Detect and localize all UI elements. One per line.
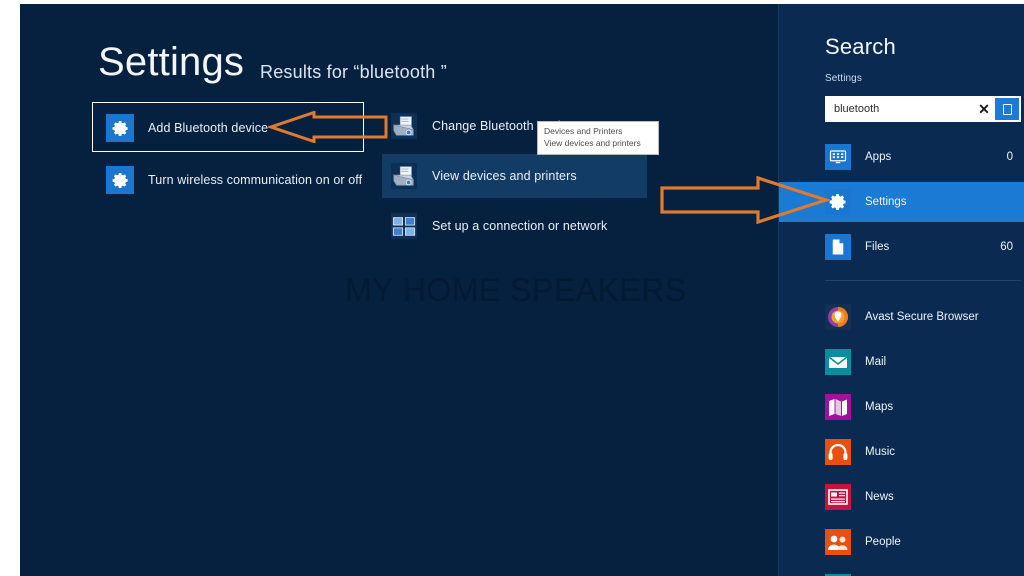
network-icon	[390, 212, 418, 240]
apps-icon	[825, 144, 851, 170]
app-label: People	[865, 535, 901, 548]
category-count: 60	[1000, 241, 1013, 253]
sidebar-divider	[825, 280, 1021, 281]
result-label: Add Bluetooth device	[148, 121, 269, 135]
search-glyph	[1002, 103, 1012, 115]
result-label: View devices and printers	[432, 169, 577, 183]
clear-icon[interactable]: ✕	[973, 96, 995, 122]
app-results-list: Avast Secure Browser Mail Maps Music New…	[825, 294, 1024, 576]
tooltip-title: Devices and Printers	[544, 126, 623, 136]
search-scope-label: Settings	[825, 73, 862, 84]
news-icon	[825, 483, 851, 510]
search-category-list: Apps 0 Settings 5	[779, 137, 1024, 272]
tooltip-devices-and-printers: Devices and Printers View devices and pr…	[537, 121, 659, 155]
category-label: Files	[865, 241, 890, 253]
search-icon[interactable]	[995, 98, 1019, 120]
search-title: Search	[825, 34, 896, 59]
category-label: Settings	[865, 196, 907, 208]
watermark-text: MY HOME SPEAKERS	[345, 272, 687, 308]
mail-icon	[825, 348, 851, 375]
results-pane: Settings Results for “bluetooth ” MY HOM…	[20, 4, 778, 576]
app-item-people[interactable]: People	[825, 519, 1024, 564]
category-label: Apps	[865, 151, 892, 163]
windows-search-screen: Settings Results for “bluetooth ” MY HOM…	[20, 4, 1024, 576]
people-icon	[825, 528, 851, 555]
page-title: Settings	[98, 40, 245, 84]
app-item-avast-secure-browser[interactable]: Avast Secure Browser	[825, 294, 1024, 339]
app-label: News	[865, 490, 894, 503]
tooltip-subtitle: View devices and printers	[544, 138, 641, 148]
app-item-maps[interactable]: Maps	[825, 384, 1024, 429]
category-apps[interactable]: Apps 0	[825, 137, 1021, 177]
screenshot-root: Settings Results for “bluetooth ” MY HOM…	[0, 0, 1024, 576]
arrow-left-annotation	[268, 111, 388, 143]
search-input[interactable]: bluetooth	[825, 103, 973, 115]
app-label: Avast Secure Browser	[865, 310, 979, 323]
app-item-news[interactable]: News	[825, 474, 1024, 519]
result-view-devices-and-printers[interactable]: View devices and printers	[382, 154, 647, 198]
printer-icon	[390, 162, 418, 190]
avast-icon	[825, 303, 851, 330]
app-label: Maps	[865, 400, 894, 413]
category-files[interactable]: Files 60	[825, 227, 1021, 267]
app-item-mail[interactable]: Mail	[825, 339, 1024, 384]
app-item-music[interactable]: Music	[825, 429, 1024, 474]
file-icon	[825, 234, 851, 260]
gear-icon	[106, 114, 134, 142]
results-for-label: Results for “bluetooth ”	[260, 62, 447, 82]
arrow-right-annotation	[660, 175, 830, 225]
category-count: 0	[1006, 151, 1013, 163]
result-set-up-connection-or-network[interactable]: Set up a connection or network	[382, 204, 647, 248]
result-label: Set up a connection or network	[432, 219, 608, 233]
search-field[interactable]: bluetooth ✕	[825, 96, 1021, 122]
maps-icon	[825, 393, 851, 420]
search-charm-pane: Search Settings bluetooth ✕ Apps 0 Setti…	[779, 4, 1024, 576]
gear-icon	[106, 166, 134, 194]
printer-icon	[390, 112, 418, 140]
music-icon	[825, 438, 851, 465]
app-label: Music	[865, 445, 896, 458]
result-label: Turn wireless communication on or off	[148, 173, 363, 187]
result-turn-wireless-communication[interactable]: Turn wireless communication on or off	[98, 160, 378, 200]
app-item-photos[interactable]: Photos	[825, 564, 1024, 576]
app-label: Mail	[865, 355, 887, 368]
